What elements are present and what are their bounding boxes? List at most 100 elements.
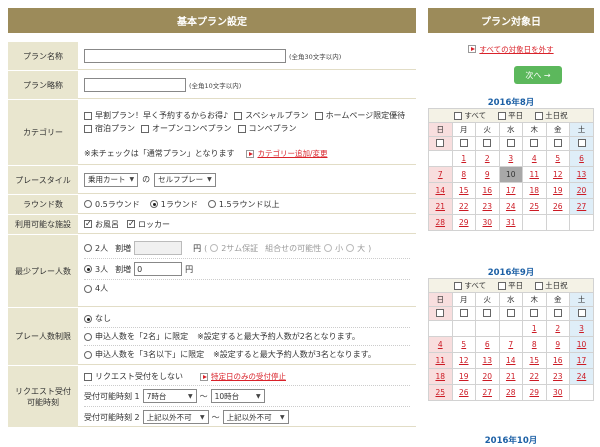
min-players-radio-3[interactable] <box>84 265 92 273</box>
calendar-day-link[interactable]: 28 <box>506 388 516 397</box>
calendar-day-link[interactable]: 12 <box>459 356 469 365</box>
calendar-day-link[interactable]: 25 <box>529 202 539 211</box>
category-checkbox-compe[interactable] <box>237 124 246 133</box>
calendar-day-link[interactable]: 20 <box>482 372 492 381</box>
calendar-day-link[interactable]: 11 <box>435 356 445 365</box>
time1-to-select[interactable]: 10時台 ▼ <box>210 389 265 403</box>
weekday-checkbox[interactable] <box>553 308 562 317</box>
calendar-day-link[interactable]: 8 <box>461 170 466 179</box>
calendar-day-cell[interactable]: 19 <box>451 368 476 385</box>
calendar-day-cell[interactable]: 26 <box>545 198 570 215</box>
calendar-day-link[interactable]: 31 <box>506 218 516 227</box>
weekday-checkbox[interactable] <box>436 138 445 147</box>
weekday-checkbox[interactable] <box>436 308 445 317</box>
calendar-day-link[interactable]: 24 <box>506 202 516 211</box>
surcharge-input-2[interactable] <box>134 241 183 255</box>
weekday-checkbox[interactable] <box>553 138 562 147</box>
calendar-day-link[interactable]: 8 <box>532 340 537 349</box>
calendar-day-link[interactable]: 6 <box>579 154 584 163</box>
calendar-day-link[interactable]: 6 <box>485 340 490 349</box>
calendar-day-link[interactable]: 14 <box>435 186 445 195</box>
no-request-checkbox[interactable] <box>84 372 92 381</box>
time2-from-select[interactable]: 上記以外不可 ▼ <box>142 410 209 424</box>
calendar-day-link[interactable]: 16 <box>553 356 563 365</box>
calendar-day-cell[interactable]: 19 <box>545 182 570 199</box>
calendar-day-link[interactable]: 21 <box>506 372 516 381</box>
calendar-day-link[interactable]: 26 <box>553 202 563 211</box>
calendar-day-cell[interactable]: 4 <box>522 150 547 167</box>
weekday-checkbox[interactable] <box>459 138 468 147</box>
time2-to-select[interactable]: 上記以外不可 ▼ <box>222 410 289 424</box>
two-sum-radio[interactable] <box>210 244 219 252</box>
calendar-day-cell[interactable]: 12 <box>545 166 570 183</box>
category-checkbox-special[interactable] <box>234 111 243 120</box>
calendar-day-link[interactable]: 25 <box>435 388 445 397</box>
calendar-day-link[interactable]: 30 <box>482 218 492 227</box>
calendar-day-link[interactable]: 3 <box>579 324 584 333</box>
calendar-option-checkbox[interactable] <box>454 111 463 120</box>
calendar-day-link[interactable]: 12 <box>553 170 563 179</box>
calendar-day-cell[interactable]: 11 <box>522 166 547 183</box>
calendar-day-cell[interactable]: 16 <box>475 182 500 199</box>
calendar-day-cell[interactable]: 27 <box>475 384 500 401</box>
calendar-day-link[interactable]: 23 <box>482 202 492 211</box>
calendar-day-cell[interactable]: 31 <box>498 214 523 231</box>
calendar-day-link[interactable]: 21 <box>435 202 445 211</box>
min-players-radio-4[interactable] <box>84 284 92 293</box>
calendar-day-cell[interactable]: 5 <box>545 150 570 167</box>
calendar-day-cell[interactable]: 30 <box>545 384 570 401</box>
category-checkbox-stay[interactable] <box>84 124 92 133</box>
calendar-day-cell[interactable]: 12 <box>451 352 476 369</box>
calendar-day-link[interactable]: 27 <box>482 388 492 397</box>
calendar-day-link[interactable]: 14 <box>506 356 516 365</box>
calendar-day-link[interactable]: 29 <box>459 218 469 227</box>
min-players-radio-2[interactable] <box>84 244 92 252</box>
calendar-day-cell[interactable]: 7 <box>428 166 453 183</box>
calendar-day-cell[interactable]: 28 <box>428 214 453 231</box>
category-checkbox-homepage[interactable] <box>314 111 323 120</box>
calendar-day-cell[interactable]: 5 <box>451 336 476 353</box>
calendar-day-cell[interactable]: 24 <box>569 368 594 385</box>
max-players-radio-none[interactable] <box>84 314 92 323</box>
calendar-day-cell[interactable]: 24 <box>498 198 523 215</box>
weekday-checkbox[interactable] <box>506 138 515 147</box>
calendar-day-cell[interactable]: 1 <box>451 150 476 167</box>
calendar-day-link[interactable]: 26 <box>459 388 469 397</box>
calendar-day-link[interactable]: 5 <box>555 154 560 163</box>
weekday-checkbox[interactable] <box>530 138 539 147</box>
calendar-day-link[interactable]: 15 <box>529 356 539 365</box>
weekday-checkbox[interactable] <box>530 308 539 317</box>
weekday-checkbox[interactable] <box>577 138 586 147</box>
calendar-day-cell[interactable]: 27 <box>569 198 594 215</box>
category-edit-link[interactable]: カテゴリー追加/変更 <box>257 148 327 159</box>
calendar-day-cell[interactable]: 15 <box>451 182 476 199</box>
calendar-day-cell[interactable]: 30 <box>475 214 500 231</box>
calendar-day-cell[interactable]: 23 <box>475 198 500 215</box>
calendar-day-cell[interactable]: 3 <box>498 150 523 167</box>
calendar-day-cell[interactable]: 17 <box>498 182 523 199</box>
calendar-day-link[interactable]: 30 <box>553 388 563 397</box>
calendar-day-link[interactable]: 9 <box>485 170 490 179</box>
calendar-day-link[interactable]: 9 <box>555 340 560 349</box>
calendar-day-cell[interactable]: 6 <box>475 336 500 353</box>
calendar-day-cell[interactable]: 21 <box>428 198 453 215</box>
calendar-day-link[interactable]: 24 <box>577 372 587 381</box>
calendar-day-cell[interactable]: 29 <box>522 384 547 401</box>
calendar-day-link[interactable]: 13 <box>482 356 492 365</box>
round-radio-one[interactable] <box>149 200 158 208</box>
calendar-day-cell[interactable]: 8 <box>451 166 476 183</box>
plan-name-input[interactable] <box>84 48 286 63</box>
cart-select[interactable]: 乗用カート ▼ <box>84 172 139 187</box>
calendar-day-cell[interactable]: 22 <box>522 368 547 385</box>
surcharge-input-3[interactable]: 0 <box>134 262 183 276</box>
calendar-day-cell[interactable]: 10 <box>569 336 594 353</box>
calendar-day-link[interactable]: 5 <box>461 340 466 349</box>
calendar-day-cell[interactable]: 1 <box>522 320 547 337</box>
calendar-day-cell[interactable]: 29 <box>451 214 476 231</box>
calendar-day-cell[interactable]: 28 <box>498 384 523 401</box>
calendar-day-link[interactable]: 22 <box>459 202 469 211</box>
calendar-day-link[interactable]: 19 <box>553 186 563 195</box>
category-checkbox-early[interactable] <box>84 111 92 120</box>
calendar-day-cell[interactable]: 3 <box>569 320 594 337</box>
calendar-day-cell[interactable]: 14 <box>498 352 523 369</box>
